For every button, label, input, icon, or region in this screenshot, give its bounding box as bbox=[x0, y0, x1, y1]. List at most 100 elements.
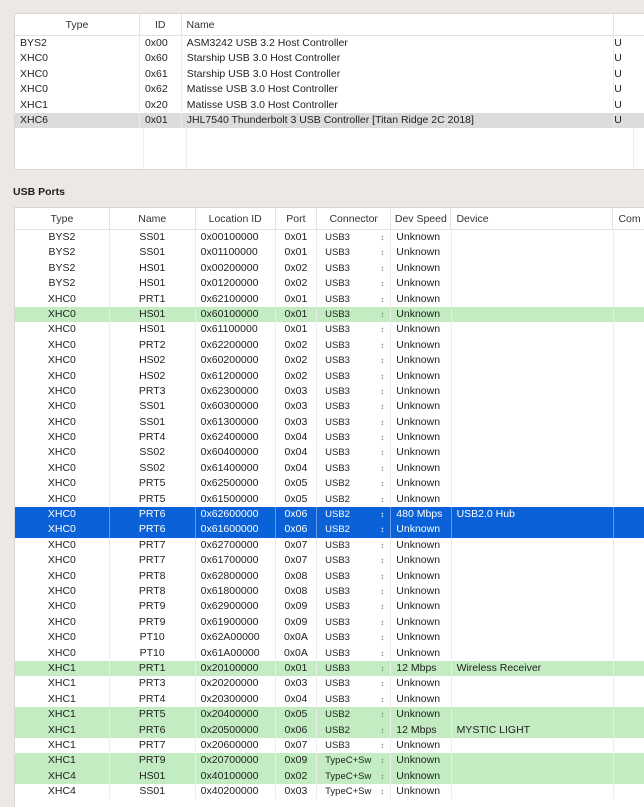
connector-select[interactable]: USB3↕ bbox=[317, 338, 391, 353]
port-type: XHC0 bbox=[15, 507, 110, 522]
connector-select[interactable]: USB3↕ bbox=[317, 538, 391, 553]
connector-select[interactable]: USB3↕ bbox=[317, 584, 391, 599]
stepper-arrows-icon: ↕ bbox=[380, 276, 384, 291]
connector-select[interactable]: TypeC+Sw↕ bbox=[317, 769, 391, 784]
port-row[interactable]: XHC0PRT90x619000000x09USB3↕Unknown bbox=[15, 615, 644, 630]
port-row[interactable]: XHC1PRT60x205000000x06USB2↕12 MbpsMYSTIC… bbox=[15, 723, 644, 738]
connector-select[interactable]: USB3↕ bbox=[317, 738, 391, 753]
port-location-id: 0x40200000 bbox=[196, 784, 276, 799]
port-row[interactable]: XHC0PT100x62A000000x0AUSB3↕Unknown bbox=[15, 630, 644, 645]
connector-select[interactable]: USB2↕ bbox=[317, 522, 391, 537]
connector-select[interactable]: USB3↕ bbox=[317, 369, 391, 384]
port-row[interactable]: XHC0SS010x613000000x03USB3↕Unknown bbox=[15, 415, 644, 430]
connector-select[interactable]: USB3↕ bbox=[317, 461, 391, 476]
controller-row[interactable]: XHC60x01JHL7540 Thunderbolt 3 USB Contro… bbox=[15, 113, 644, 128]
connector-select[interactable]: USB2↕ bbox=[317, 507, 391, 522]
port-row[interactable]: XHC1PRT10x201000000x01USB3↕12 MbpsWirele… bbox=[15, 661, 644, 676]
connector-select[interactable]: USB3↕ bbox=[317, 646, 391, 661]
connector-select[interactable]: USB3↕ bbox=[317, 399, 391, 414]
port-row[interactable]: XHC0SS020x604000000x04USB3↕Unknown bbox=[15, 445, 644, 460]
connector-select[interactable]: USB3↕ bbox=[317, 276, 391, 291]
port-row[interactable]: XHC0PRT80x618000000x08USB3↕Unknown bbox=[15, 584, 644, 599]
port-row[interactable]: XHC0PT100x61A000000x0AUSB3↕Unknown bbox=[15, 646, 644, 661]
port-row[interactable]: XHC0PRT10x621000000x01USB3↕Unknown bbox=[15, 292, 644, 307]
port-row[interactable]: BYS2SS010x011000000x01USB3↕Unknown bbox=[15, 245, 644, 260]
column-header-type[interactable]: Type bbox=[15, 14, 140, 35]
controller-row[interactable]: XHC00x60Starship USB 3.0 Host Controller… bbox=[15, 51, 644, 66]
connector-select[interactable]: TypeC+Sw↕ bbox=[317, 753, 391, 768]
connector-select[interactable]: USB2↕ bbox=[317, 723, 391, 738]
connector-select[interactable]: USB3↕ bbox=[317, 322, 391, 337]
connector-select[interactable]: USB3↕ bbox=[317, 661, 391, 676]
column-header-extra[interactable] bbox=[614, 14, 644, 35]
connector-select[interactable]: USB2↕ bbox=[317, 476, 391, 491]
connector-select[interactable]: USB2↕ bbox=[317, 707, 391, 722]
column-header-name[interactable]: Name bbox=[182, 14, 615, 35]
connector-select[interactable]: USB3↕ bbox=[317, 245, 391, 260]
port-row[interactable]: XHC0PRT70x627000000x07USB3↕Unknown bbox=[15, 538, 644, 553]
controller-row[interactable]: BYS20x00ASM3242 USB 3.2 Host ControllerU bbox=[15, 36, 644, 51]
port-row[interactable]: XHC0HS010x611000000x01USB3↕Unknown bbox=[15, 322, 644, 337]
port-row[interactable]: XHC0PRT60x626000000x06USB2↕480 MbpsUSB2.… bbox=[15, 507, 644, 522]
controller-row[interactable]: XHC10x20Matisse USB 3.0 Host ControllerU bbox=[15, 98, 644, 113]
connector-value: USB3 bbox=[325, 247, 350, 258]
port-row[interactable]: XHC0SS010x603000000x03USB3↕Unknown bbox=[15, 399, 644, 414]
port-row[interactable]: XHC0HS010x601000000x01USB3↕Unknown bbox=[15, 307, 644, 322]
connector-select[interactable]: USB3↕ bbox=[317, 307, 391, 322]
connector-select[interactable]: USB3↕ bbox=[317, 384, 391, 399]
port-row[interactable]: XHC0PRT40x624000000x04USB3↕Unknown bbox=[15, 430, 644, 445]
connector-select[interactable]: USB3↕ bbox=[317, 261, 391, 276]
connector-select[interactable]: USB3↕ bbox=[317, 630, 391, 645]
port-row[interactable]: XHC0PRT20x622000000x02USB3↕Unknown bbox=[15, 338, 644, 353]
connector-select[interactable]: USB3↕ bbox=[317, 569, 391, 584]
port-row[interactable]: XHC0PRT60x616000000x06USB2↕Unknown bbox=[15, 522, 644, 537]
port-row[interactable]: XHC1PRT70x206000000x07USB3↕Unknown bbox=[15, 738, 644, 753]
port-dev-speed: Unknown bbox=[391, 584, 451, 599]
connector-select[interactable]: TypeC+Sw↕ bbox=[317, 784, 391, 799]
port-row[interactable]: XHC0PRT90x629000000x09USB3↕Unknown bbox=[15, 599, 644, 614]
connector-select[interactable]: USB3↕ bbox=[317, 553, 391, 568]
connector-select[interactable]: USB3↕ bbox=[317, 353, 391, 368]
column-header-device[interactable]: Device bbox=[451, 208, 613, 229]
controller-row[interactable]: XHC00x61Starship USB 3.0 Host Controller… bbox=[15, 67, 644, 82]
port-row[interactable]: XHC0PRT50x615000000x05USB2↕Unknown bbox=[15, 492, 644, 507]
controller-row[interactable]: XHC00x62Matisse USB 3.0 Host ControllerU bbox=[15, 82, 644, 97]
column-header-port[interactable]: Port bbox=[276, 208, 317, 229]
column-header-type[interactable]: Type bbox=[15, 208, 110, 229]
port-row[interactable]: XHC1PRT30x202000000x03USB3↕Unknown bbox=[15, 676, 644, 691]
port-row[interactable]: XHC0HS020x612000000x02USB3↕Unknown bbox=[15, 369, 644, 384]
port-row[interactable]: XHC0PRT80x628000000x08USB3↕Unknown bbox=[15, 569, 644, 584]
port-row[interactable]: BYS2HS010x002000000x02USB3↕Unknown bbox=[15, 261, 644, 276]
port-row[interactable]: XHC4SS010x402000000x03TypeC+Sw↕Unknown bbox=[15, 784, 644, 799]
port-row[interactable]: XHC1PRT40x203000000x04USB3↕Unknown bbox=[15, 692, 644, 707]
port-row[interactable]: XHC0PRT70x617000000x07USB3↕Unknown bbox=[15, 553, 644, 568]
port-row[interactable]: XHC4HS010x401000000x02TypeC+Sw↕Unknown bbox=[15, 769, 644, 784]
port-row[interactable]: BYS2SS010x001000000x01USB3↕Unknown bbox=[15, 230, 644, 245]
port-comment bbox=[614, 492, 644, 507]
column-header-comment[interactable]: Com bbox=[613, 208, 644, 229]
port-row[interactable]: XHC0HS020x602000000x02USB3↕Unknown bbox=[15, 353, 644, 368]
connector-select[interactable]: USB3↕ bbox=[317, 599, 391, 614]
connector-select[interactable]: USB3↕ bbox=[317, 676, 391, 691]
port-row[interactable]: XHC0PRT50x625000000x05USB2↕Unknown bbox=[15, 476, 644, 491]
connector-select[interactable]: USB2↕ bbox=[317, 492, 391, 507]
port-row[interactable]: BYS2HS010x012000000x02USB3↕Unknown bbox=[15, 276, 644, 291]
connector-select[interactable]: USB3↕ bbox=[317, 692, 391, 707]
port-row[interactable]: XHC0SS020x614000000x04USB3↕Unknown bbox=[15, 461, 644, 476]
port-row[interactable]: XHC1PRT90x207000000x09TypeC+Sw↕Unknown bbox=[15, 753, 644, 768]
port-dev-speed: Unknown bbox=[391, 245, 451, 260]
connector-select[interactable]: USB3↕ bbox=[317, 230, 391, 245]
column-header-id[interactable]: ID bbox=[140, 14, 182, 35]
port-row[interactable]: XHC0PRT30x623000000x03USB3↕Unknown bbox=[15, 384, 644, 399]
column-header-location-id[interactable]: Location ID bbox=[196, 208, 276, 229]
connector-select[interactable]: USB3↕ bbox=[317, 615, 391, 630]
connector-select[interactable]: USB3↕ bbox=[317, 445, 391, 460]
column-header-name[interactable]: Name bbox=[110, 208, 196, 229]
connector-select[interactable]: USB3↕ bbox=[317, 430, 391, 445]
column-header-dev-speed[interactable]: Dev Speed bbox=[391, 208, 451, 229]
connector-select[interactable]: USB3↕ bbox=[317, 292, 391, 307]
connector-select[interactable]: USB3↕ bbox=[317, 415, 391, 430]
port-row[interactable]: XHC1PRT50x204000000x05USB2↕Unknown bbox=[15, 707, 644, 722]
port-device bbox=[452, 538, 614, 553]
column-header-connector[interactable]: Connector bbox=[317, 208, 391, 229]
